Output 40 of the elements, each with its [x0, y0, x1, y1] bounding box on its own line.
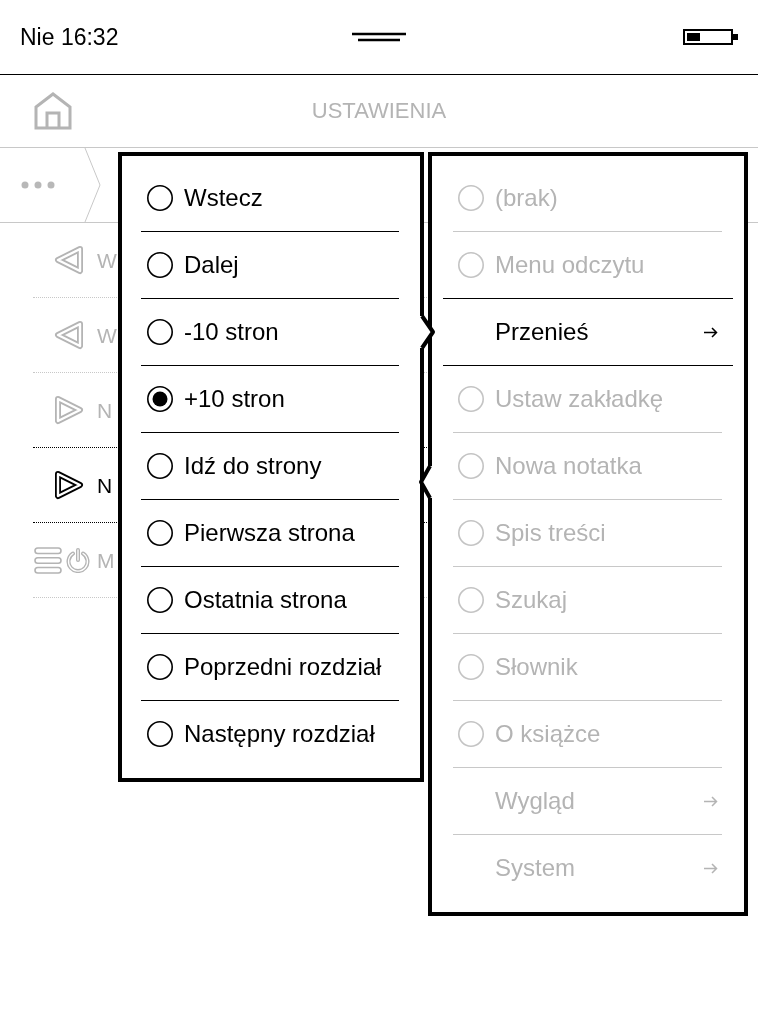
- page-title: USTAWIENIA: [311, 100, 447, 122]
- menu-item[interactable]: Ustaw zakładkę: [453, 366, 722, 432]
- more-icon[interactable]: [21, 181, 55, 189]
- menu-option[interactable]: Pierwsza strona: [141, 500, 399, 566]
- list-item[interactable]: W: [0, 223, 117, 297]
- menu-item[interactable]: O książce: [453, 701, 722, 767]
- right-triangle-icon: [54, 470, 84, 500]
- left-triangle-icon: [54, 245, 84, 275]
- list-item[interactable]: N: [0, 448, 117, 522]
- menu-option[interactable]: Idź do strony: [141, 433, 399, 499]
- menu-item[interactable]: Menu odczytu: [453, 232, 722, 298]
- right-triangle-icon: [54, 395, 84, 425]
- arrow-right-icon: [704, 862, 718, 874]
- list-item[interactable]: M: [0, 523, 117, 597]
- menu-item[interactable]: Słownik: [453, 634, 722, 700]
- menu-option[interactable]: Następny rozdział: [141, 701, 399, 767]
- menu-option[interactable]: -10 stron: [141, 299, 399, 365]
- battery-icon: [683, 29, 738, 45]
- menu-item[interactable]: Wygląd: [453, 768, 722, 834]
- menu-item[interactable]: Nowa notatka: [453, 433, 722, 499]
- menu-option[interactable]: Wstecz: [141, 165, 399, 231]
- menu-option[interactable]: Ostatnia strona: [141, 567, 399, 633]
- menu-item[interactable]: Przenieś: [453, 299, 722, 365]
- menu-item[interactable]: (brak): [453, 165, 722, 231]
- list-item[interactable]: W: [0, 298, 117, 372]
- menu-option[interactable]: +10 stron: [141, 366, 399, 432]
- home-icon[interactable]: [34, 92, 72, 130]
- list-item[interactable]: N: [0, 373, 117, 447]
- menu-item[interactable]: Spis treści: [453, 500, 722, 566]
- drag-handle-icon: [352, 32, 406, 42]
- clock-text: Nie 16:32: [20, 25, 119, 49]
- power-icon: [66, 547, 90, 573]
- arrow-right-icon: [704, 326, 718, 338]
- menu-icon: [34, 546, 62, 574]
- left-triangle-icon: [54, 320, 84, 350]
- menu-item[interactable]: System: [453, 835, 722, 901]
- menu-option[interactable]: Poprzedni rozdział: [141, 634, 399, 700]
- arrow-right-icon: [704, 795, 718, 807]
- menu-option[interactable]: Dalej: [141, 232, 399, 298]
- menu-item[interactable]: Szukaj: [453, 567, 722, 633]
